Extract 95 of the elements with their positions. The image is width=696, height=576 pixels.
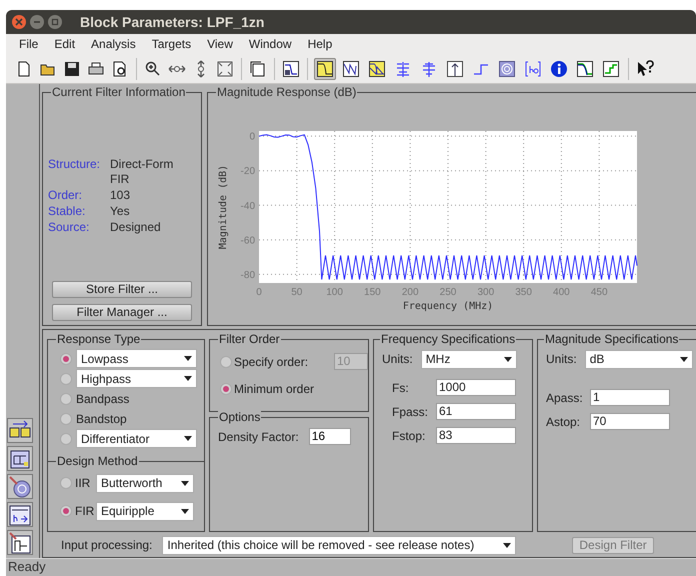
menu-item[interactable]: Window (248, 35, 292, 53)
radio-button[interactable] (60, 432, 72, 444)
tick-label: 100 (326, 287, 343, 298)
tick-label: 50 (291, 287, 302, 298)
field-label: Units: (546, 351, 577, 368)
info-label: Order: (48, 188, 84, 203)
panel-button[interactable]: Filter Manager ... (52, 304, 192, 320)
field-label: Fpass: (391, 404, 430, 420)
field-label: Input processing: (61, 537, 152, 554)
tick-label: 350 (515, 287, 532, 298)
caret-icon (184, 356, 192, 361)
caret-icon (680, 356, 688, 362)
units-dropdown[interactable]: dB (584, 350, 693, 368)
tick-label: 300 (477, 287, 494, 298)
option-label: Specify order: (234, 354, 310, 370)
menu-item[interactable]: View (207, 35, 233, 53)
density-factor-field[interactable]: 16 (308, 428, 351, 445)
caret-icon (181, 480, 189, 486)
field-label: Units: (382, 351, 413, 368)
value-field[interactable]: 83 (436, 427, 516, 444)
caret-icon (504, 356, 512, 362)
option-label: FIR (75, 503, 93, 520)
info-value: Direct-Form FIR (110, 157, 174, 187)
value-field[interactable]: 70 (590, 413, 670, 430)
close-icon[interactable] (12, 15, 26, 29)
option-label: Minimum order (234, 380, 316, 398)
panel-title: Options (218, 410, 262, 424)
value-field[interactable]: 61 (436, 403, 516, 420)
magnitude-plot-icon[interactable] (314, 58, 336, 80)
menu-item[interactable]: Help (308, 35, 332, 53)
info-value: Designed (110, 220, 162, 235)
radio-button[interactable] (60, 392, 72, 404)
status-text: Ready (6, 558, 696, 576)
maximize-icon[interactable] (48, 15, 62, 29)
info-label: Stable: (48, 204, 86, 219)
option-label: IIR (75, 475, 92, 492)
menu-item[interactable]: Edit (54, 35, 76, 53)
radio-button[interactable] (60, 477, 72, 489)
radio-button[interactable] (60, 352, 72, 364)
tick-label: -20 (240, 166, 255, 178)
panel-title: Response Type (56, 332, 142, 346)
caret-icon (503, 542, 512, 548)
tick-label: 450 (590, 287, 608, 298)
response-dropdown[interactable]: Lowpass (76, 349, 197, 368)
tick-label: 400 (553, 287, 570, 298)
radio-button[interactable] (220, 356, 232, 368)
minimize-icon[interactable] (30, 15, 44, 29)
method-dropdown[interactable]: Equiripple (96, 502, 194, 520)
radio-button[interactable] (60, 505, 72, 517)
radio-button[interactable] (60, 412, 72, 424)
tick-label: -40 (240, 200, 255, 212)
menu-item[interactable]: Targets (152, 35, 192, 53)
field-label: Fstop: (391, 428, 426, 444)
info-value: Yes (110, 204, 131, 219)
field-label: Apass: (545, 390, 584, 406)
panel-title: Magnitude Specifications (544, 332, 680, 346)
tick-label: -60 (240, 235, 255, 246)
panel-button[interactable]: Store Filter ... (52, 280, 192, 298)
input-processing-dropdown[interactable]: Inherited (this choice will be removed - see release notes) (162, 536, 516, 554)
field-label: Astop: (545, 414, 582, 430)
tick-label: 150 (364, 287, 381, 298)
info-label: Structure: (48, 157, 102, 173)
info-value: 103 (110, 188, 132, 203)
axis-label: Magnitude (dB) (218, 164, 229, 250)
method-dropdown[interactable]: Butterworth (96, 474, 194, 492)
radio-button[interactable] (220, 382, 232, 394)
panel-title: Filter Order (218, 332, 281, 346)
value-field[interactable]: 1 (590, 389, 670, 406)
tick-label: 0 (256, 287, 262, 298)
caret-icon (184, 376, 192, 381)
value-field[interactable]: 1000 (436, 379, 516, 396)
tick-label: 250 (440, 287, 456, 298)
info-label: Source: (48, 220, 90, 235)
option-label: Bandstop (76, 410, 127, 428)
panel-title: Magnitude Response (dB) (216, 85, 358, 99)
field-label: Density Factor: (218, 428, 299, 446)
radio-button[interactable] (60, 372, 72, 384)
option-label: Bandpass (76, 390, 130, 408)
window-title: Block Parameters: LPF_1zn (80, 12, 264, 32)
menu-item[interactable]: Analysis (91, 35, 136, 53)
caret-icon (184, 436, 192, 441)
menu-item[interactable]: File (19, 35, 38, 53)
response-dropdown[interactable]: Differentiator (76, 429, 197, 448)
caret-icon (181, 508, 189, 514)
tick-label: 200 (402, 287, 419, 298)
transform-icon[interactable] (7, 418, 33, 443)
tick-label: 0 (249, 132, 255, 143)
panel-title: Frequency Specifications (380, 332, 516, 346)
panel-title: Design Method (56, 454, 139, 468)
field-label: Fs: (391, 380, 410, 396)
panel-title: Current Filter Information (51, 85, 186, 99)
axis-label: Frequency (MHz) (402, 301, 494, 312)
response-dropdown[interactable]: Highpass (76, 369, 197, 388)
tick-label: -80 (240, 270, 255, 281)
units-dropdown[interactable]: MHz (420, 350, 517, 368)
